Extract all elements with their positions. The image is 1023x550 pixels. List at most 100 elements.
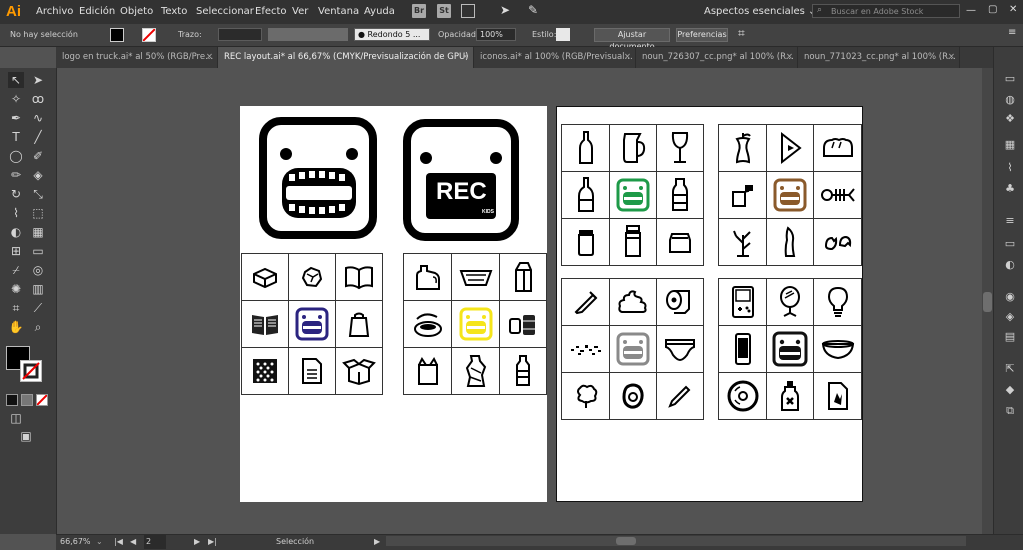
icon-cell[interactable] [289,348,336,395]
free-transform-tool-icon[interactable]: ⬚ [30,205,46,221]
icon-cell[interactable] [404,348,452,395]
brush-definition[interactable]: ● Redondo 5 ... [354,28,430,41]
curvature-tool-icon[interactable]: ∿ [30,110,46,126]
gradient-mode-icon[interactable] [21,394,33,406]
swatches-panel-icon[interactable]: ▦ [1003,138,1017,152]
icon-cell[interactable] [767,172,814,219]
variable-width-profile[interactable] [268,28,348,41]
stock-search-input[interactable]: Buscar en Adobe Stock [812,4,960,18]
fit-document-button[interactable]: Ajustar documento [594,28,670,51]
slice-tool-icon[interactable]: ⟋ [30,300,46,316]
style-swatch[interactable] [556,28,570,41]
lasso-tool-icon[interactable]: ꝏ [30,91,46,107]
screen-mode-icon[interactable]: ▣ [18,428,34,444]
icon-cell[interactable] [657,219,704,266]
artboards-panel-icon[interactable]: ⧉ [1003,404,1017,418]
menu-archivo[interactable]: Archivo [36,6,73,17]
none-mode-icon[interactable] [36,394,48,406]
perspective-grid-tool-icon[interactable]: ▦ [30,224,46,240]
menu-texto[interactable]: Texto [161,6,187,17]
icon-cell[interactable] [719,279,767,326]
icon-cell[interactable] [289,254,336,301]
line-tool-icon[interactable]: ╱ [30,129,46,145]
icon-cell[interactable] [814,125,862,172]
hand-tool-icon[interactable]: ✋ [8,319,24,335]
icon-cell[interactable] [657,326,704,373]
color-panel-icon[interactable]: ◍ [1003,93,1017,107]
icon-cell[interactable] [452,254,500,301]
menu-edicion[interactable]: Edición [79,6,115,17]
first-artboard-icon[interactable]: |◀ [114,535,123,549]
icon-cell[interactable] [767,219,814,266]
icon-cell[interactable] [610,172,657,219]
preferences-button[interactable]: Preferencias [676,28,728,42]
icon-cell[interactable] [452,348,500,395]
icon-cell[interactable] [767,326,814,373]
icon-cell[interactable] [657,279,704,326]
close-icon[interactable]: × [206,47,213,68]
icon-cell[interactable] [814,172,862,219]
tab-logo-en-truck[interactable]: logo en truck.ai* al 50% (RGB/Pre... × [56,47,218,68]
tab-rec-layout[interactable]: REC layout.ai* al 66,67% (CMYK/Previsual… [218,47,474,68]
graphic-styles-icon[interactable]: ◈ [1003,310,1017,324]
icon-cell[interactable] [767,373,814,420]
workspace-switcher[interactable]: Aspectos esenciales ⌄ [704,6,816,17]
icon-cell[interactable] [814,326,862,373]
type-tool-icon[interactable]: T [8,129,24,145]
close-icon[interactable]: × [948,47,955,68]
icon-cell[interactable] [562,279,610,326]
brushes-panel-icon[interactable]: ⌇ [1003,161,1017,175]
icon-cell[interactable] [719,326,767,373]
icon-cell[interactable] [562,125,610,172]
artboard-tool-icon[interactable]: ⌗ [8,300,24,316]
eraser-tool-icon[interactable]: ◈ [30,167,46,183]
scroll-thumb[interactable] [983,292,992,312]
stock-badge[interactable]: St [437,4,451,18]
icon-cell[interactable] [657,373,704,420]
menu-objeto[interactable]: Objeto [120,6,153,17]
icon-cell[interactable] [657,172,704,219]
color-mode-icon[interactable] [6,394,18,406]
paintbrush-tool-icon[interactable]: ✐ [30,148,46,164]
stroke-color-swatch[interactable] [20,360,42,382]
icon-cell[interactable] [336,348,383,395]
shape-builder-tool-icon[interactable]: ◐ [8,224,24,240]
gradient-panel-icon[interactable]: ▭ [1003,237,1017,251]
color-guide-icon[interactable]: ❖ [1003,112,1017,126]
fill-swatch[interactable] [110,28,124,42]
rec-mascot-logo[interactable] [258,116,378,240]
opacity-field[interactable]: 100% [476,28,516,41]
rotate-tool-icon[interactable]: ↻ [8,186,24,202]
direct-selection-tool-icon[interactable]: ➤ [30,72,46,88]
blend-tool-icon[interactable]: ◎ [30,262,46,278]
warp-tool-icon[interactable]: ⌇ [8,205,24,221]
horizontal-scrollbar[interactable] [386,536,966,546]
layers-style-icon[interactable]: ▤ [1003,330,1017,344]
menu-efecto[interactable]: Efecto [255,6,287,17]
arrange-docs-icon[interactable] [461,4,475,18]
icon-cell[interactable] [562,373,610,420]
stroke-weight-field[interactable] [218,28,262,41]
gradient-tool-icon[interactable]: ▭ [30,243,46,259]
symbols-panel-icon[interactable]: ♣ [1003,182,1017,196]
icon-cell[interactable] [814,279,862,326]
symbol-sprayer-tool-icon[interactable]: ✺ [8,281,24,297]
icon-cell[interactable] [814,219,862,266]
properties-panel-icon[interactable]: ▭ [1003,72,1017,86]
pencil-tool-icon[interactable]: ✏ [8,167,24,183]
menu-ayuda[interactable]: Ayuda [364,6,395,17]
icon-cell[interactable] [404,301,452,348]
tab-iconos[interactable]: iconos.ai* al 100% (RGB/Previsual... × [474,47,636,68]
zoom-dropdown-icon[interactable]: ⌄ [96,535,103,549]
last-artboard-icon[interactable]: ▶| [208,535,217,549]
icon-cell[interactable] [719,172,767,219]
status-menu-icon[interactable]: ▶ [374,535,380,549]
draw-mode-icon[interactable]: ◫ [8,410,24,426]
close-icon[interactable]: × [624,47,631,68]
close-icon[interactable]: ✕ [1009,4,1017,15]
close-icon[interactable]: × [786,47,793,68]
appearance-panel-icon[interactable]: ◉ [1003,290,1017,304]
icon-cell[interactable] [336,254,383,301]
icon-cell[interactable] [610,279,657,326]
stroke-panel-icon[interactable]: ≡ [1003,214,1017,228]
